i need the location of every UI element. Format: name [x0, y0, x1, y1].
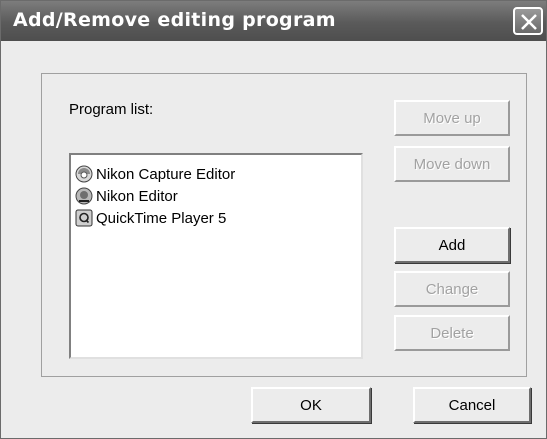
move-down-button[interactable]: Move down: [394, 146, 510, 182]
quicktime-icon: [75, 209, 93, 227]
title-bar[interactable]: Add/Remove editing program: [1, 1, 546, 41]
dialog-window: Add/Remove editing program Program list:…: [0, 0, 547, 439]
program-listbox[interactable]: Nikon Capture Editor Nikon Editor QuickT…: [69, 153, 363, 359]
cancel-button[interactable]: Cancel: [413, 387, 531, 423]
nikon-capture-icon: [75, 165, 93, 183]
program-list-label: Program list:: [69, 101, 154, 118]
list-item[interactable]: QuickTime Player 5: [75, 207, 226, 229]
program-name: Nikon Editor: [96, 187, 178, 205]
add-button[interactable]: Add: [394, 227, 510, 263]
list-item[interactable]: Nikon Capture Editor: [75, 163, 235, 185]
move-up-button[interactable]: Move up: [394, 100, 510, 136]
close-icon: [521, 14, 537, 30]
change-button[interactable]: Change: [394, 271, 510, 307]
window-title: Add/Remove editing program: [13, 9, 336, 31]
delete-button[interactable]: Delete: [394, 315, 510, 351]
program-name: QuickTime Player 5: [96, 209, 227, 227]
nikon-editor-icon: [75, 187, 93, 205]
ok-button[interactable]: OK: [251, 387, 371, 423]
program-name: Nikon Capture Editor: [96, 165, 236, 183]
close-button[interactable]: [513, 7, 543, 35]
list-item[interactable]: Nikon Editor: [75, 185, 178, 207]
